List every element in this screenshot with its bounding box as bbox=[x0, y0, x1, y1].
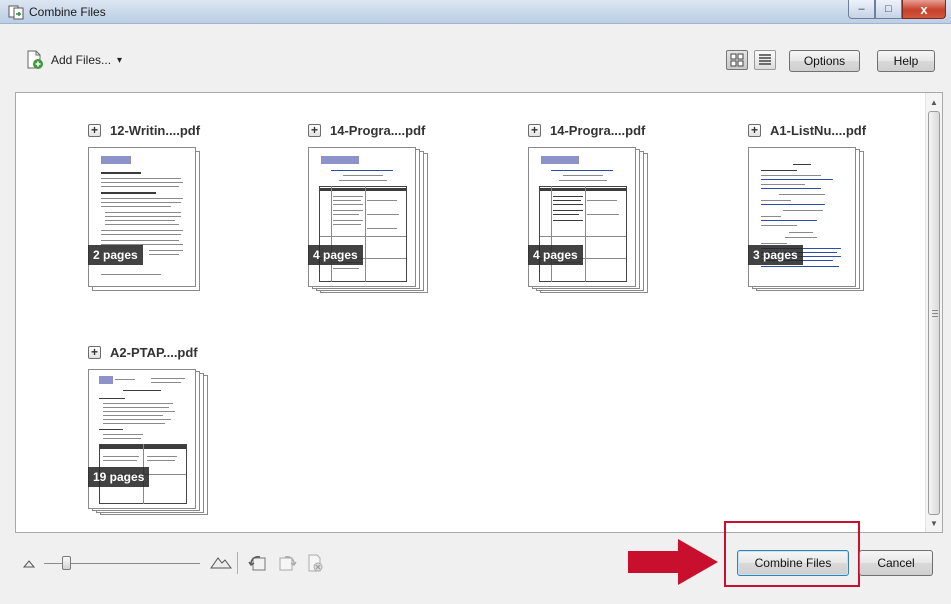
page-count-badge: 4 pages bbox=[308, 245, 363, 265]
title-bar: Combine Files – □ x bbox=[0, 0, 951, 24]
zoom-out-mountain-icon[interactable] bbox=[23, 558, 35, 568]
page-count-badge: 19 pages bbox=[88, 467, 150, 487]
grid-view-icon bbox=[730, 53, 744, 67]
file-header: + 14-Progra....pdf bbox=[308, 121, 425, 139]
file-item[interactable]: + 14-Progra....pdf 4 pages bbox=[308, 121, 498, 321]
file-thumbnail: 2 pages bbox=[88, 147, 212, 297]
rotate-right-icon[interactable] bbox=[277, 554, 297, 572]
close-button[interactable]: x bbox=[902, 0, 946, 19]
file-thumbnail: 3 pages bbox=[748, 147, 872, 297]
scroll-up-icon[interactable]: ▲ bbox=[926, 94, 942, 110]
chevron-down-icon: ▾ bbox=[117, 54, 123, 66]
file-thumbnail: 4 pages bbox=[528, 147, 652, 297]
add-files-button[interactable]: Add Files... ▾ bbox=[25, 50, 122, 70]
file-name: 14-Progra....pdf bbox=[330, 122, 426, 138]
vertical-scrollbar[interactable]: ▲ ▼ bbox=[925, 93, 942, 532]
combine-files-button[interactable]: Combine Files bbox=[737, 550, 849, 576]
expand-icon[interactable]: + bbox=[88, 123, 101, 137]
rotate-left-icon[interactable] bbox=[248, 554, 268, 572]
maximize-icon: □ bbox=[885, 3, 892, 15]
expand-icon[interactable]: + bbox=[748, 123, 761, 137]
scroll-down-icon[interactable]: ▼ bbox=[926, 515, 942, 531]
cancel-button[interactable]: Cancel bbox=[859, 550, 933, 576]
file-item[interactable]: + 14-Progra....pdf 4 pages bbox=[528, 121, 718, 321]
combine-files-label: Combine Files bbox=[754, 556, 832, 570]
file-thumbnail: 4 pages bbox=[308, 147, 432, 297]
list-view-button[interactable] bbox=[754, 50, 776, 70]
file-thumbnail: 19 pages bbox=[88, 369, 212, 519]
thumbnail-size-slider-thumb[interactable] bbox=[62, 556, 71, 570]
scrollbar-thumb[interactable] bbox=[928, 111, 940, 515]
page-count-badge: 3 pages bbox=[748, 245, 803, 265]
file-item[interactable]: + 12-Writin....pdf 2 pages bbox=[88, 121, 278, 321]
expand-icon[interactable]: + bbox=[308, 123, 321, 137]
expand-icon[interactable]: + bbox=[88, 345, 101, 359]
combine-files-app-icon bbox=[8, 5, 24, 20]
file-header: + 12-Writin....pdf bbox=[88, 121, 200, 139]
list-view-icon bbox=[759, 54, 771, 65]
help-button[interactable]: Help bbox=[877, 50, 935, 72]
toolbar-separator bbox=[237, 552, 238, 574]
page-count-badge: 4 pages bbox=[528, 245, 583, 265]
file-name: A2-PTAP....pdf bbox=[110, 344, 198, 360]
cancel-label: Cancel bbox=[877, 556, 915, 570]
file-name: A1-ListNu....pdf bbox=[770, 122, 867, 138]
zoom-in-mountain-icon[interactable] bbox=[210, 552, 232, 570]
window-title: Combine Files bbox=[29, 5, 106, 19]
minimize-button[interactable]: – bbox=[848, 0, 875, 19]
file-header: + A2-PTAP....pdf bbox=[88, 343, 198, 361]
help-label: Help bbox=[893, 54, 919, 68]
options-button[interactable]: Options bbox=[789, 50, 860, 72]
expand-icon[interactable]: + bbox=[528, 123, 541, 137]
file-name: 12-Writin....pdf bbox=[110, 122, 201, 138]
file-item[interactable]: + A2-PTAP....pdf 19 pages bbox=[88, 343, 278, 543]
combine-files-window: Combine Files – □ x Add Files... ▾ Optio… bbox=[0, 0, 951, 604]
file-header: + A1-ListNu....pdf bbox=[748, 121, 866, 139]
file-header: + 14-Progra....pdf bbox=[528, 121, 645, 139]
file-name: 14-Progra....pdf bbox=[550, 122, 646, 138]
maximize-button[interactable]: □ bbox=[875, 0, 902, 19]
toolbar: Add Files... ▾ Options Help bbox=[0, 24, 951, 84]
scrollbar-grip-icon bbox=[932, 310, 938, 317]
add-file-icon bbox=[27, 50, 43, 69]
options-label: Options bbox=[803, 54, 846, 68]
files-panel: + 12-Writin....pdf 2 pages + 14-Progra..… bbox=[15, 92, 943, 533]
annotation-arrow-icon bbox=[628, 539, 718, 585]
close-icon: x bbox=[920, 1, 928, 17]
window-controls: – □ x bbox=[848, 0, 946, 20]
thumbnail-view-button[interactable] bbox=[726, 50, 748, 70]
file-item[interactable]: + A1-ListNu....pdf 3 pages bbox=[748, 121, 938, 321]
page-count-badge: 2 pages bbox=[88, 245, 143, 265]
remove-file-icon[interactable] bbox=[305, 554, 325, 572]
minimize-icon: – bbox=[858, 3, 865, 15]
add-files-label: Add Files... bbox=[51, 53, 112, 67]
